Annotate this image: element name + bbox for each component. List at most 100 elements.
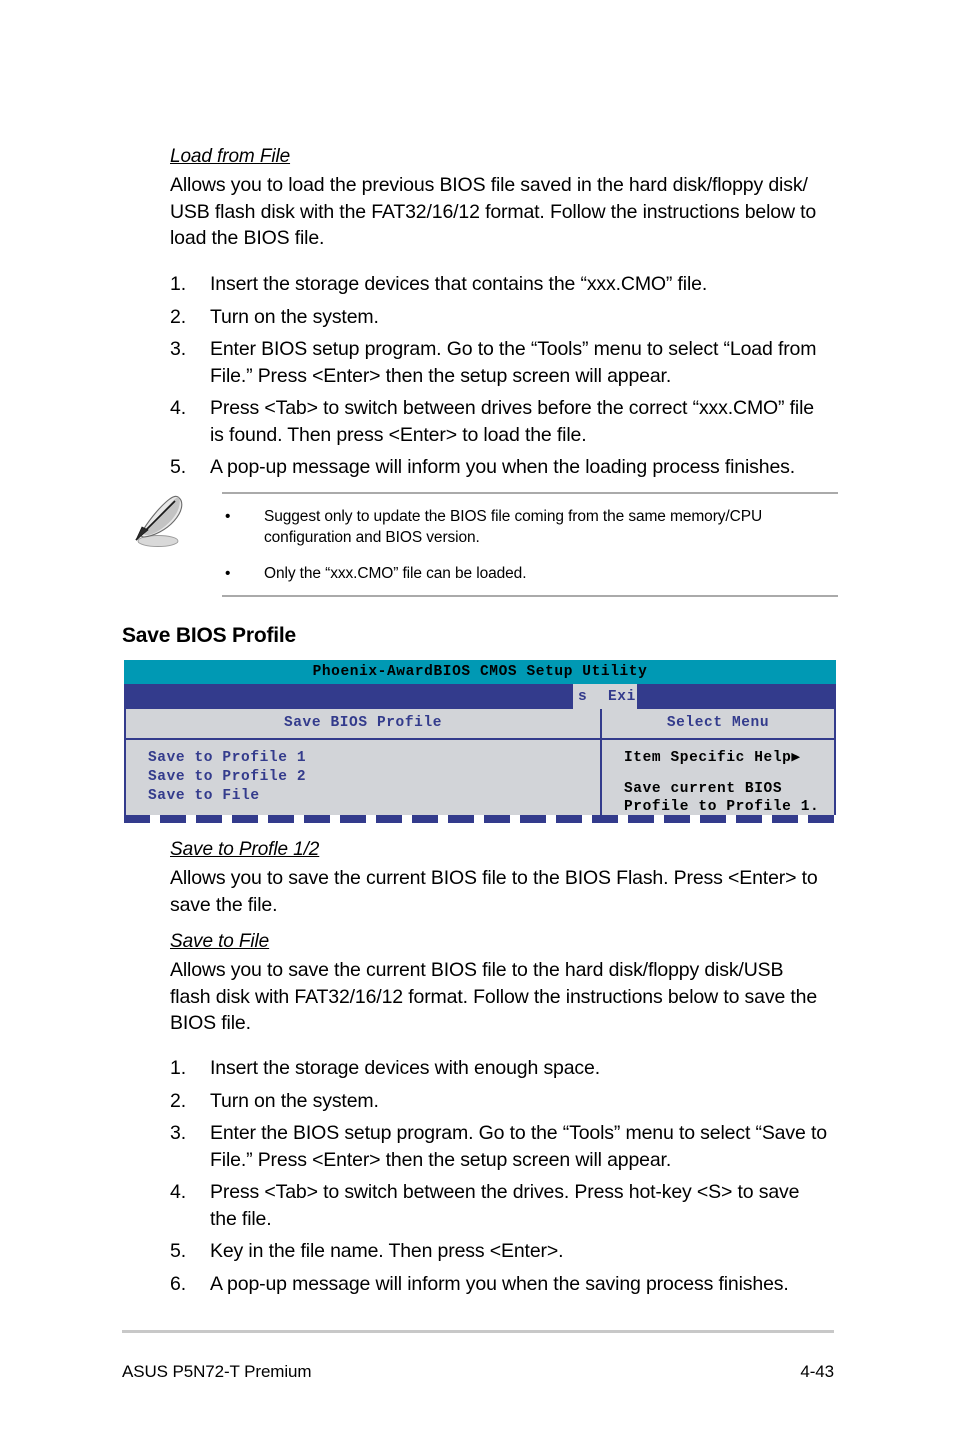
paragraph-line: load the BIOS file. [170,227,325,249]
list-item-line: Enter BIOS setup program. Go to the “Too… [210,338,817,360]
document-page: Load from File Allows you to load the pr… [0,0,954,1438]
list-item: 6. A pop-up message will inform you when… [170,1271,860,1298]
note-bullet-line: Only the “xxx.CMO” file can be loaded. [264,565,527,582]
bullet-glyph: • [225,508,231,525]
note-bullet-text: Suggest only to update the BIOS file com… [264,506,762,548]
list-item: 4. Press <Tab> to switch between drives … [170,395,850,448]
bios-bottom-dashed-border [124,815,836,823]
list-item-number: 2. [170,305,186,328]
bullet-glyph: • [225,565,231,582]
note-bullet-list: • Suggest only to update the BIOS file c… [222,506,838,599]
note-bottom-rule [222,595,838,597]
list-item-line: Insert the storage devices with enough s… [210,1057,600,1079]
bios-menu-fragment-exit[interactable]: Exi [608,684,636,709]
list-item: 2. Turn on the system. [170,1088,860,1115]
bios-body: Save BIOS Profile Save to Profile 1 Save… [124,709,836,815]
paragraph-line: flash disk with FAT32/16/12 format. Foll… [170,985,818,1008]
list-item-line: Insert the storage devices that contains… [210,273,708,295]
list-item: 5. Key in the file name. Then press <Ent… [170,1238,860,1265]
bios-help-line: Save current BIOS [624,781,783,797]
footer-divider [122,1330,834,1333]
save-to-profile-paragraph: Allows you to save the current BIOS file… [170,865,850,918]
bios-menu-fragment-tools[interactable]: s [578,684,587,709]
bios-title-bar: Phoenix-AwardBIOS CMOS Setup Utility [124,660,836,684]
bios-item-save-to-file[interactable]: Save to File [148,789,600,804]
list-item-number: 6. [170,1272,186,1295]
list-item-body: Turn on the system. [210,1088,860,1115]
save-to-file-steps: 1. Insert the storage devices with enoug… [170,1055,860,1303]
bios-help-area: Item Specific Help▶ Save current BIOS Pr… [602,740,834,816]
bios-item-specific-help-label: Item Specific Help▶ [624,750,801,766]
list-item-number: 4. [170,397,186,419]
list-item-number: 5. [170,456,186,478]
list-item: 3. Enter BIOS setup program. Go to the “… [170,336,850,389]
page-title: Save BIOS Profile [122,624,297,647]
load-from-file-heading: Load from File [170,146,291,167]
list-item-line: Turn on the system. [210,1089,379,1112]
list-item-line: Enter the BIOS setup program. Go to the … [210,1122,827,1144]
note-callout: • Suggest only to update the BIOS file c… [128,492,838,602]
list-item: 1. Insert the storage devices that conta… [170,271,850,298]
list-item-number: 5. [170,1240,186,1262]
save-to-file-heading: Save to File [170,931,270,952]
note-top-rule [222,492,838,494]
paragraph-line: BIOS file. [170,1012,251,1034]
list-item-body: A pop-up message will inform you when th… [210,1271,860,1298]
list-item: 3. Enter the BIOS setup program. Go to t… [170,1120,860,1173]
list-item-line: Press <Tab> to switch between drives bef… [210,397,814,419]
list-item-number: 1. [170,1057,186,1079]
list-item-number: 4. [170,1181,186,1203]
list-item-body: Enter the BIOS setup program. Go to the … [210,1120,860,1173]
list-item-body: Press <Tab> to switch between drives bef… [210,395,850,448]
bios-left-panel-header: Save BIOS Profile [126,709,600,740]
load-from-file-paragraph: Allows you to load the previous BIOS fil… [170,172,850,252]
list-item-line: the file. [210,1207,272,1230]
list-item-number: 1. [170,273,186,295]
list-item: 5. A pop-up message will inform you when… [170,454,850,481]
footer-product-name: ASUS P5N72-T Premium [122,1362,312,1381]
note-bullet-line: Suggest only to update the BIOS file com… [264,508,763,525]
bios-setup-screenshot: Phoenix-AwardBIOS CMOS Setup Utility s E… [124,660,836,823]
list-item: 4. Press <Tab> to switch between the dri… [170,1179,860,1232]
list-item-body: Insert the storage devices that contains… [210,271,850,298]
list-item-line: A pop-up message will inform you when th… [210,1272,789,1295]
bios-left-panel: Save BIOS Profile Save to Profile 1 Save… [126,709,602,815]
list-item-line: Press <Tab> to switch between the drives… [210,1181,800,1203]
list-item-number: 3. [170,338,186,360]
list-item: 1. Insert the storage devices with enoug… [170,1055,860,1082]
bios-help-line: Profile to Profile 1. [624,799,820,815]
list-item-line: Turn on the system. [210,305,379,328]
footer-page-number: 4-43 [800,1362,834,1381]
paragraph-line: save the file. [170,893,278,916]
list-item-body: A pop-up message will inform you when th… [210,454,850,481]
bios-right-panel: Select Menu Item Specific Help▶ Save cur… [602,709,834,815]
list-item-line: File.” Press <Enter> then the setup scre… [210,1148,672,1171]
list-item-line: File.” Press <Enter> then the setup scre… [210,364,672,387]
list-item-body: Turn on the system. [210,304,850,331]
paragraph-line: Allows you to save the current BIOS file… [170,867,818,889]
list-item-body: Enter BIOS setup program. Go to the “Too… [210,336,850,389]
paragraph-line: Allows you to load the previous BIOS fil… [170,174,808,196]
list-item-body: Insert the storage devices with enough s… [210,1055,860,1082]
list-item-number: 3. [170,1122,186,1144]
list-item-body: Key in the file name. Then press <Enter>… [210,1238,860,1265]
bios-menu-items: Save to Profile 1 Save to Profile 2 Save… [126,740,600,804]
note-bullet-text: Only the “xxx.CMO” file can be loaded. [264,563,527,584]
list-item-number: 2. [170,1089,186,1112]
paragraph-line: Allows you to save the current BIOS file… [170,959,784,981]
list-item-body: Press <Tab> to switch between the drives… [210,1179,860,1232]
note-bullet: • Only the “xxx.CMO” file can be loaded. [222,563,838,584]
list-item-line: A pop-up message will inform you when th… [210,456,796,478]
load-from-file-steps: 1. Insert the storage devices that conta… [170,271,850,487]
bios-item-save-to-profile-2[interactable]: Save to Profile 2 [148,770,600,785]
list-item-line: Key in the file name. Then press <Enter>… [210,1240,564,1262]
bios-right-panel-header: Select Menu [602,709,834,740]
bios-item-save-to-profile-1[interactable]: Save to Profile 1 [148,751,600,766]
save-to-profile-heading: Save to Profle 1/2 [170,839,320,860]
paragraph-line: USB flash disk with the FAT32/16/12 form… [170,200,817,223]
note-bullet-line: configuration and BIOS version. [264,529,480,546]
list-item-line: is found. Then press <Enter> to load the… [210,423,587,446]
bios-help-text: Save current BIOS Profile to Profile 1. [624,780,834,816]
bios-menu-bar: s Exi [124,684,836,709]
note-bullet: • Suggest only to update the BIOS file c… [222,506,838,548]
